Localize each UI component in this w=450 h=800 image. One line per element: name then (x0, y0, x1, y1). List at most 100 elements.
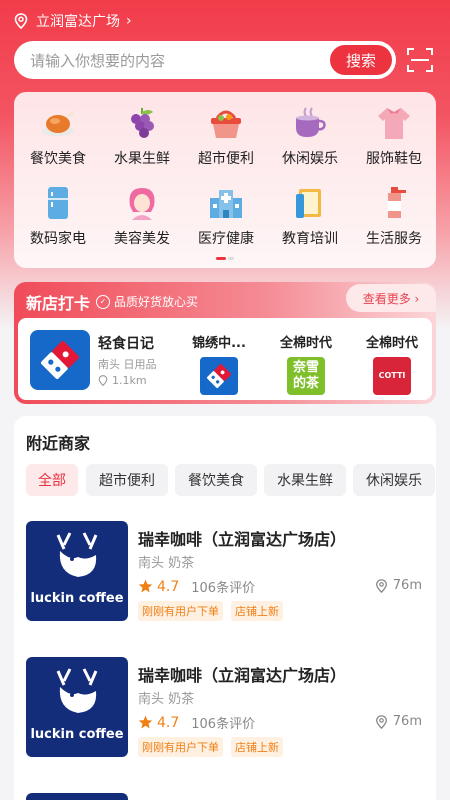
shop-card[interactable]: luckin coffee 瑞幸咖啡（立润富达广场店） 南头 奶茶 4.7 10… (14, 508, 436, 634)
location-pin-icon (375, 714, 387, 729)
category-clothing[interactable]: 服饰鞋包 (352, 104, 436, 168)
shop-area: 南头 奶茶 (138, 556, 195, 571)
category-label: 美容美发 (114, 231, 170, 247)
shop-category: 南头 日用品 (98, 358, 157, 371)
dominos-logo (30, 330, 90, 390)
category-label: 服饰鞋包 (366, 151, 422, 167)
tab-fruit[interactable]: 水果生鲜 (264, 464, 346, 496)
category-label: 休闲娱乐 (282, 151, 338, 167)
new-shop-section: 新店打卡 ✓ 品质好货放心买 查看更多 › 轻食日记 南头 日用品 1.1km … (14, 282, 436, 404)
category-label: 水果生鲜 (114, 151, 170, 167)
section-title: 附近商家 (26, 434, 91, 453)
shop-distance: 76m (375, 578, 422, 593)
category-grid: 餐饮美食 水果生鲜 超市便利 休闲娱乐 服饰鞋包 数码家电 美容美发 医疗健康 … (14, 92, 436, 268)
fridge-icon (48, 187, 68, 219)
category-label: 餐饮美食 (30, 151, 86, 167)
distance-value: 1.1km (112, 374, 147, 387)
search-input[interactable]: 请输入你想要的内容 (30, 50, 330, 71)
logo-text: luckin coffee (30, 727, 124, 742)
tab-supermarket[interactable]: 超市便利 (86, 464, 168, 496)
dominos-logo (200, 357, 238, 395)
shop-tags: 刚刚有用户下单 店铺上新 (138, 737, 291, 757)
category-digital[interactable]: 数码家电 (16, 184, 100, 248)
shop-distance: 76m (375, 714, 422, 729)
tag: 刚刚有用户下单 (138, 737, 223, 757)
clothing-icon (378, 108, 410, 139)
page-indicator (216, 257, 236, 276)
category-medical[interactable]: 医疗健康 (184, 184, 268, 248)
tab-leisure[interactable]: 休闲娱乐 (353, 464, 435, 496)
hospital-icon (210, 190, 242, 218)
shop-distance: 1.1km (98, 374, 147, 387)
new-shop-item[interactable]: 锦绣中... (181, 332, 257, 395)
location-selector[interactable]: 立润富达广场 › (14, 10, 132, 32)
star-icon (138, 579, 153, 593)
tag: 刚刚有用户下单 (138, 601, 223, 621)
location-pin-icon (98, 375, 108, 386)
tab-food[interactable]: 餐饮美食 (175, 464, 257, 496)
chevron-right-icon: › (126, 13, 132, 29)
shop-card[interactable] (14, 780, 436, 800)
nayuki-logo: 奈雪的茶 (287, 357, 325, 395)
coffee-cup-icon (296, 107, 326, 137)
category-supermarket[interactable]: 超市便利 (184, 104, 268, 168)
shop-tags: 刚刚有用户下单 店铺上新 (138, 601, 291, 621)
luckin-logo: luckin coffee (26, 521, 128, 621)
section-title: 新店打卡 (26, 294, 91, 313)
location-pin-icon (375, 578, 387, 593)
star-icon (138, 715, 153, 729)
bottle-icon (388, 187, 406, 218)
rating-score: 4.7 (157, 714, 180, 731)
logo-text: luckin coffee (30, 591, 124, 606)
category-food[interactable]: 餐饮美食 (16, 104, 100, 168)
shop-rating: 4.7 106条评价 (138, 713, 255, 732)
shop-name: 全棉时代 (365, 336, 418, 351)
distance-value: 76m (392, 578, 422, 593)
luckin-logo: luckin coffee (26, 657, 128, 757)
section-subtitle: ✓ 品质好货放心买 (96, 293, 198, 310)
basket-icon (211, 110, 241, 138)
cotti-logo: COTTI (373, 357, 411, 395)
category-label: 生活服务 (366, 231, 422, 247)
shop-name: 瑞幸咖啡（立润富达广场店） (138, 530, 347, 549)
category-label: 教育培训 (282, 231, 338, 247)
category-fruit[interactable]: 水果生鲜 (100, 104, 184, 168)
new-shop-item[interactable]: 全棉时代 COTTI (354, 332, 430, 395)
search-bar[interactable]: 请输入你想要的内容 搜索 (14, 41, 396, 79)
book-icon (296, 189, 321, 218)
tag: 店铺上新 (231, 601, 283, 621)
tab-all[interactable]: 全部 (26, 464, 78, 496)
shop-area: 南头 奶茶 (138, 692, 195, 707)
rating-score: 4.7 (157, 578, 180, 595)
check-circle-icon: ✓ (96, 294, 110, 309)
shop-name: 轻食日记 (98, 336, 154, 352)
roast-chicken-icon (42, 111, 74, 136)
category-label: 超市便利 (198, 151, 254, 167)
category-label: 医疗健康 (198, 231, 254, 247)
shop-rating: 4.7 106条评价 (138, 577, 255, 596)
scan-icon[interactable] (406, 46, 434, 74)
category-life-service[interactable]: 生活服务 (352, 184, 436, 248)
category-label: 数码家电 (30, 231, 86, 247)
tag: 店铺上新 (231, 737, 283, 757)
view-more-button[interactable]: 查看更多 › (346, 284, 436, 312)
location-pin-icon (14, 13, 28, 29)
category-education[interactable]: 教育培训 (268, 184, 352, 248)
review-count: 106条评价 (191, 717, 256, 732)
category-beauty[interactable]: 美容美发 (100, 184, 184, 248)
category-leisure[interactable]: 休闲娱乐 (268, 104, 352, 168)
grapes-icon (131, 108, 154, 138)
distance-value: 76m (392, 714, 422, 729)
hair-person-icon (129, 188, 155, 220)
shop-name: 全棉时代 (279, 336, 332, 351)
subtitle-text: 品质好货放心买 (114, 295, 199, 309)
search-button[interactable]: 搜索 (330, 45, 392, 75)
shop-name: 瑞幸咖啡（立润富达广场店） (138, 666, 347, 685)
review-count: 106条评价 (191, 581, 256, 596)
location-name: 立润富达广场 (36, 14, 120, 30)
new-shop-list: 轻食日记 南头 日用品 1.1km 锦绣中... 全棉时代 奈雪的茶 全棉时代 … (18, 318, 432, 400)
new-shop-item[interactable]: 全棉时代 奈雪的茶 (268, 332, 344, 395)
shop-name: 锦绣中... (192, 336, 246, 351)
luckin-logo (26, 793, 128, 800)
shop-card[interactable]: luckin coffee 瑞幸咖啡（立润富达广场店） 南头 奶茶 4.7 10… (14, 644, 436, 770)
